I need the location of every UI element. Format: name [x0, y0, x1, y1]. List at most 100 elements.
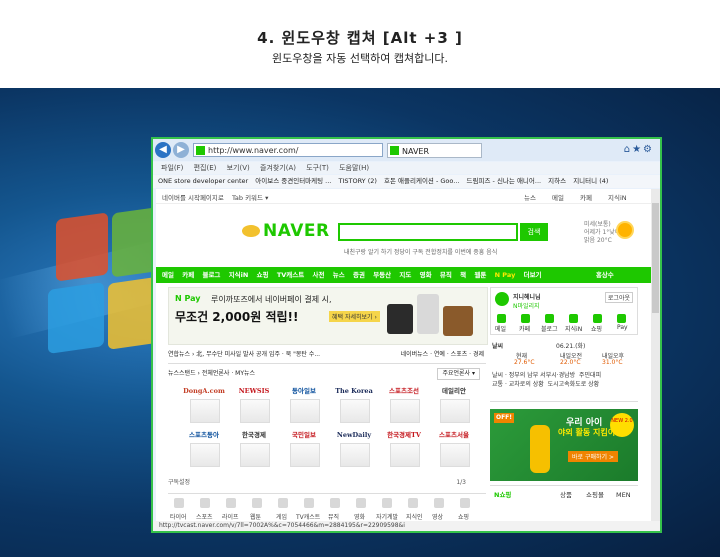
- service-icon[interactable]: [278, 498, 288, 508]
- paper-cell[interactable]: 스포츠동아: [178, 429, 230, 467]
- search-input[interactable]: [338, 223, 518, 241]
- paper-cell[interactable]: 한국경제: [228, 429, 280, 467]
- shortcut-label[interactable]: 블로그: [541, 324, 558, 333]
- menu-help[interactable]: 도움말(H): [339, 164, 369, 172]
- service-icon[interactable]: [226, 498, 236, 508]
- gnb-item[interactable]: 웹툰: [474, 271, 486, 279]
- service-label[interactable]: 영상: [432, 512, 443, 521]
- menu-favorites[interactable]: 즐겨찾기(A): [260, 164, 296, 172]
- paper-cell[interactable]: 데일리안: [428, 385, 480, 423]
- search-keywords[interactable]: 내친구랑 알기 하기 정당이 구독 전합정치를 이번에 중흥 음식: [344, 247, 497, 256]
- paper-cell[interactable]: 국민일보: [278, 429, 330, 467]
- gnb-item[interactable]: 메일: [162, 271, 174, 279]
- gnb-item[interactable]: 카페: [182, 271, 194, 279]
- news-headline[interactable]: 연합뉴스 › 北, 무수단 미사일 발사 공개 임주 · 북 "몽탄 수... …: [168, 347, 486, 364]
- shortcut-label[interactable]: 카페: [519, 324, 530, 333]
- user-name[interactable]: 지니헤니님: [513, 292, 541, 301]
- service-icon[interactable]: [460, 498, 470, 508]
- shortcut-label[interactable]: Pay: [617, 324, 628, 331]
- home-star-gear-icons[interactable]: ⌂★⚙: [624, 144, 654, 155]
- subscribe-settings[interactable]: 구독설정: [168, 479, 190, 486]
- search-button[interactable]: 검색: [520, 223, 548, 241]
- logout-button[interactable]: 로그아웃: [604, 292, 633, 303]
- shopping-tab[interactable]: MEN: [616, 486, 631, 504]
- back-icon[interactable]: ◀: [155, 142, 171, 158]
- newsstand-sort[interactable]: 주요언론사 ▾: [437, 368, 480, 380]
- top-link[interactable]: 메일: [552, 192, 564, 202]
- service-label[interactable]: 쇼핑: [458, 512, 469, 521]
- gnb-item[interactable]: 영화: [420, 271, 432, 279]
- shortcut-label[interactable]: 메일: [495, 324, 506, 333]
- pay-icon[interactable]: [617, 314, 626, 323]
- service-label[interactable]: 스포츠: [196, 512, 213, 521]
- shopping-icon[interactable]: [593, 314, 602, 323]
- gnb-right[interactable]: 홍상수: [596, 271, 614, 279]
- naver-logo[interactable]: NAVER: [242, 221, 330, 241]
- cafe-icon[interactable]: [521, 314, 530, 323]
- paper-cell[interactable]: DongA.com: [178, 385, 230, 423]
- kin-icon[interactable]: [569, 314, 578, 323]
- service-label[interactable]: 영화: [354, 512, 365, 521]
- shopping-label[interactable]: N쇼핑: [494, 486, 511, 504]
- gnb-item[interactable]: 증권: [353, 271, 365, 279]
- service-label[interactable]: 웹툰: [250, 512, 261, 521]
- service-icon[interactable]: [356, 498, 366, 508]
- scrollbar-thumb[interactable]: [652, 203, 659, 313]
- fav-item[interactable]: 지니터니 (4): [573, 177, 608, 185]
- vertical-scrollbar[interactable]: [651, 189, 660, 523]
- fav-item[interactable]: 드림피즈 - 신나는 애니어...: [467, 177, 542, 185]
- gnb-more[interactable]: 더보기: [524, 271, 542, 279]
- shortcut-label[interactable]: 지식iN: [565, 324, 582, 333]
- service-icon[interactable]: [304, 498, 314, 508]
- avatar[interactable]: [495, 292, 509, 306]
- gnb-item[interactable]: TV캐스트: [277, 271, 304, 279]
- service-icon[interactable]: [408, 498, 418, 508]
- service-icon[interactable]: [252, 498, 262, 508]
- service-label[interactable]: 자기계발: [376, 512, 398, 521]
- shortcut-label[interactable]: 쇼핑: [591, 324, 602, 333]
- gnb-item[interactable]: 부동산: [373, 271, 391, 279]
- mileage-badge[interactable]: N마일리지: [513, 301, 540, 310]
- npay-banner[interactable]: N Pay 루이까또즈에서 네이버페이 결제 시, 무조건 2,000원 적립!…: [168, 287, 488, 345]
- gnb-pay[interactable]: N Pay: [495, 271, 516, 279]
- gnb-item[interactable]: 지도: [399, 271, 411, 279]
- shopping-tab[interactable]: 쇼핑몰: [586, 486, 604, 504]
- service-icon[interactable]: [330, 498, 340, 508]
- paper-cell[interactable]: The Korea Herald: [328, 385, 380, 423]
- paper-cell[interactable]: 한국경제TV: [378, 429, 430, 467]
- gnb-item[interactable]: 뉴스: [333, 271, 345, 279]
- blog-icon[interactable]: [545, 314, 554, 323]
- fav-item[interactable]: 아이보스 중견인터마케팅 ...: [255, 177, 331, 185]
- service-icon[interactable]: [200, 498, 210, 508]
- menu-file[interactable]: 파일(F): [161, 164, 183, 172]
- top-link[interactable]: 지식iN: [608, 192, 627, 202]
- address-bar[interactable]: http://www.naver.com/: [193, 143, 383, 157]
- weather-label[interactable]: 날씨: [492, 341, 503, 350]
- banner-button[interactable]: 혜택 자세히보기 ›: [329, 311, 380, 322]
- mail-icon[interactable]: [497, 314, 506, 323]
- menu-edit[interactable]: 편집(E): [194, 164, 217, 172]
- menu-tools[interactable]: 도구(T): [306, 164, 329, 172]
- browser-window[interactable]: ◀ ▶ http://www.naver.com/ NAVER ⌂★⚙ 파일(F…: [151, 137, 662, 533]
- service-label[interactable]: TV캐스트: [296, 512, 320, 521]
- paper-cell[interactable]: 스포츠조선: [378, 385, 430, 423]
- news-headline-text[interactable]: 연합뉴스 › 北, 무수단 미사일 발사 공개 임주 · 북 "몽탄 수...: [168, 351, 320, 358]
- service-label[interactable]: 라이프: [222, 512, 239, 521]
- paper-cell[interactable]: 동아일보: [278, 385, 330, 423]
- service-label[interactable]: 뮤직: [328, 512, 339, 521]
- fav-item[interactable]: 지하스: [548, 177, 566, 185]
- gnb-item[interactable]: 쇼핑: [257, 271, 269, 279]
- paper-cell[interactable]: 스포츠서울: [428, 429, 480, 467]
- newsstand-tab[interactable]: 뉴스스탠드 › 전체언론사 · MY뉴스: [168, 370, 255, 377]
- service-label[interactable]: 게임: [276, 512, 287, 521]
- forward-icon[interactable]: ▶: [173, 142, 189, 158]
- service-icon[interactable]: [434, 498, 444, 508]
- gnb-item[interactable]: 블로그: [202, 271, 220, 279]
- service-icon[interactable]: [174, 498, 184, 508]
- top-link[interactable]: 뉴스: [524, 192, 536, 202]
- service-label[interactable]: 지식인: [406, 512, 423, 521]
- top-link[interactable]: 카페: [580, 192, 592, 202]
- shopping-tab[interactable]: 상품: [560, 486, 572, 504]
- browser-tab[interactable]: NAVER: [387, 143, 482, 158]
- ad-buy-button[interactable]: 바로 구매하기 >: [568, 451, 618, 462]
